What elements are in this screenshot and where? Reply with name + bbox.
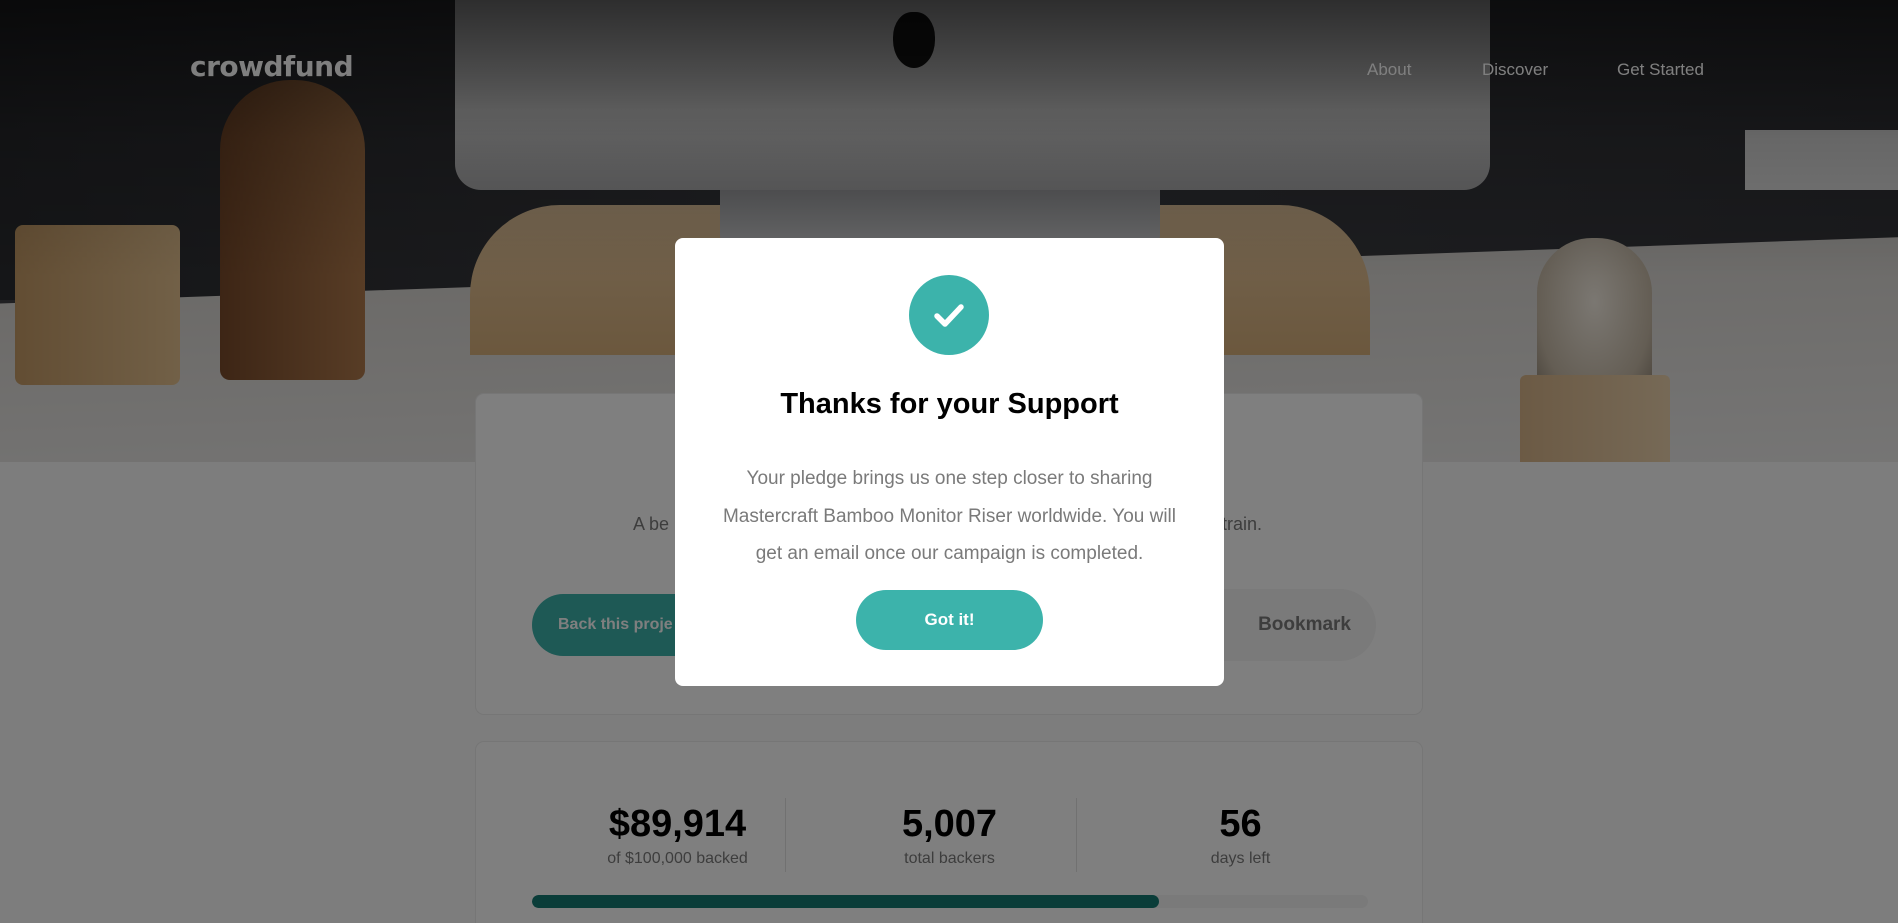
success-modal: Thanks for your Support Your pledge brin… bbox=[675, 238, 1224, 686]
check-icon bbox=[909, 275, 989, 355]
got-it-button[interactable]: Got it! bbox=[856, 590, 1043, 650]
modal-title: Thanks for your Support bbox=[780, 388, 1119, 420]
modal-message: Your pledge brings us one step closer to… bbox=[722, 468, 1176, 564]
